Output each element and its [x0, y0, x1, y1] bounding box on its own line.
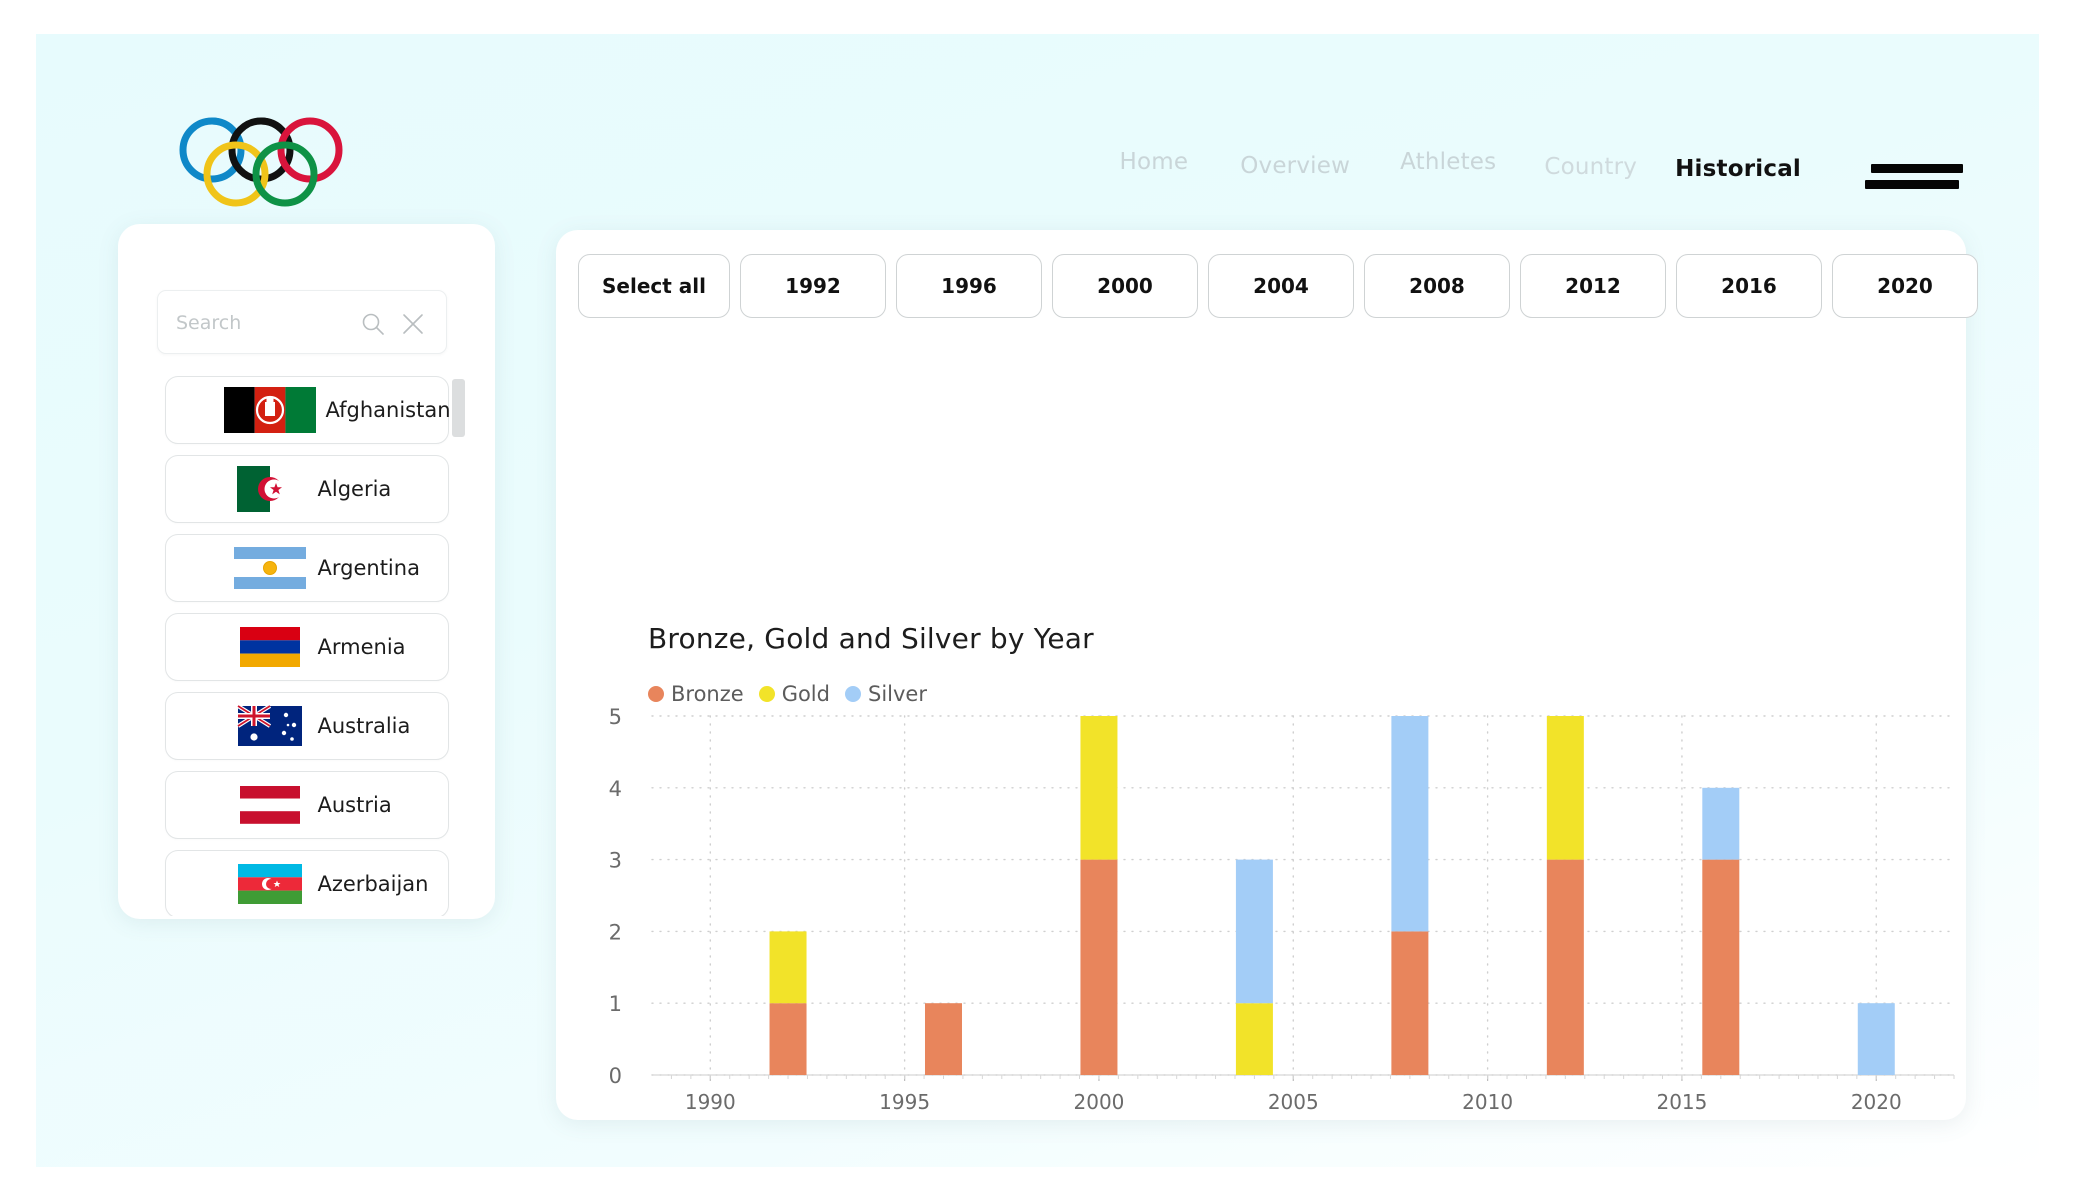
close-icon[interactable]	[400, 311, 426, 341]
x-axis-tick-label: 2000	[1074, 1090, 1125, 1114]
bar-segment-silver[interactable]	[1391, 716, 1429, 932]
country-name: Afghanistan	[325, 398, 451, 422]
stacked-bar-chart[interactable]: 0 1 2 3 4 5 1990 1995 2000 2005 2010 2015 2020	[556, 230, 1966, 1120]
bar-segment-gold[interactable]	[1546, 716, 1584, 860]
bar-group-1992[interactable]	[769, 931, 807, 1075]
austria-flag	[224, 782, 316, 828]
nav-item-home[interactable]: Home	[1119, 149, 1188, 175]
search-icon[interactable]	[360, 311, 386, 341]
country-sidebar: Afghanistan Algeria	[118, 224, 495, 919]
list-item-algeria[interactable]: Algeria	[164, 455, 449, 523]
bar-segment-silver[interactable]	[1702, 787, 1740, 860]
bar-group-2008[interactable]	[1391, 716, 1429, 1075]
bar-segment-silver[interactable]	[1857, 1003, 1895, 1075]
list-item-argentina[interactable]: Argentina	[164, 534, 449, 602]
list-item-afghanistan[interactable]: Afghanistan	[164, 376, 451, 444]
australia-flag	[224, 703, 316, 749]
y-axis-tick-label: 0	[609, 1064, 622, 1088]
bar-segment-silver[interactable]	[1235, 859, 1273, 1004]
x-axis-tick-label: 1990	[685, 1090, 736, 1114]
nav-item-athletes[interactable]: Athletes	[1400, 149, 1496, 175]
x-axis-tick-label: 1995	[879, 1090, 930, 1114]
sidebar-scrollbar[interactable]	[452, 379, 465, 437]
list-item-austria[interactable]: Austria	[164, 771, 449, 839]
app-root: Home Overview Athletes Country Historica…	[36, 34, 2039, 1167]
bar-group-2016[interactable]	[1702, 787, 1740, 1075]
country-name: Argentina	[317, 556, 420, 580]
y-axis-tick-label: 3	[609, 849, 622, 873]
y-axis-tick-label: 4	[609, 777, 622, 801]
bar-segment-bronze[interactable]	[1391, 931, 1429, 1075]
bar-group-2000[interactable]	[1080, 716, 1118, 1075]
bar-segment-bronze[interactable]	[1546, 859, 1584, 1075]
main-panel: Select all 1992 1996 2000 2004 2008 2012…	[556, 230, 1978, 1120]
country-name: Azerbaijan	[317, 872, 429, 896]
x-axis-tick-label: 2010	[1462, 1090, 1513, 1114]
algeria-flag	[224, 466, 316, 512]
country-name: Austria	[317, 793, 392, 817]
site-header: Home Overview Athletes Country Historica…	[36, 34, 2039, 234]
armenia-flag	[224, 624, 316, 670]
y-axis-tick-label: 2	[609, 920, 622, 944]
bar-group-1996[interactable]	[924, 1003, 962, 1075]
afghanistan-flag	[223, 387, 316, 433]
list-item-armenia[interactable]: Armenia	[164, 613, 449, 681]
list-item-australia[interactable]: Australia	[164, 692, 449, 760]
country-list[interactable]: Afghanistan Algeria Argentina Armenia Au…	[118, 376, 495, 916]
bar-group-2004[interactable]	[1235, 859, 1273, 1075]
list-item-azerbaijan[interactable]: Azerbaijan	[164, 850, 449, 916]
menu-bar	[1865, 180, 1959, 189]
bar-segment-gold[interactable]	[1080, 716, 1118, 860]
olympic-rings-logo[interactable]	[168, 112, 354, 212]
bar-group-2012[interactable]	[1546, 716, 1584, 1075]
search-box[interactable]	[157, 290, 447, 355]
bar-segment-gold[interactable]	[1235, 1003, 1273, 1075]
azerbaijan-flag	[224, 861, 316, 907]
bar-group-2020[interactable]	[1857, 1003, 1895, 1075]
nav-item-country[interactable]: Country	[1544, 154, 1637, 180]
menu-bar	[1871, 164, 1963, 173]
bar-segment-bronze[interactable]	[924, 1003, 962, 1075]
country-name: Australia	[317, 714, 411, 738]
x-axis-tick-label: 2015	[1656, 1090, 1707, 1114]
argentina-flag	[224, 545, 316, 591]
bar-segment-bronze[interactable]	[1702, 859, 1740, 1075]
country-name: Armenia	[317, 635, 406, 659]
bar-segment-gold[interactable]	[769, 931, 807, 1004]
nav-item-historical[interactable]: Historical	[1675, 156, 1801, 182]
x-axis-tick-label: 2005	[1268, 1090, 1319, 1114]
nav-item-overview[interactable]: Overview	[1240, 153, 1350, 179]
x-axis-tick-label: 2020	[1851, 1090, 1902, 1114]
bar-segment-bronze[interactable]	[1080, 859, 1118, 1075]
bar-segment-bronze[interactable]	[769, 1003, 807, 1075]
hamburger-menu-icon[interactable]	[1865, 162, 1963, 198]
main-navigation: Home Overview Athletes Country Historica…	[1119, 149, 1801, 182]
country-name: Algeria	[317, 477, 392, 501]
search-input[interactable]	[176, 291, 372, 355]
y-axis-tick-label: 5	[609, 705, 622, 729]
y-axis-tick-label: 1	[609, 992, 622, 1016]
